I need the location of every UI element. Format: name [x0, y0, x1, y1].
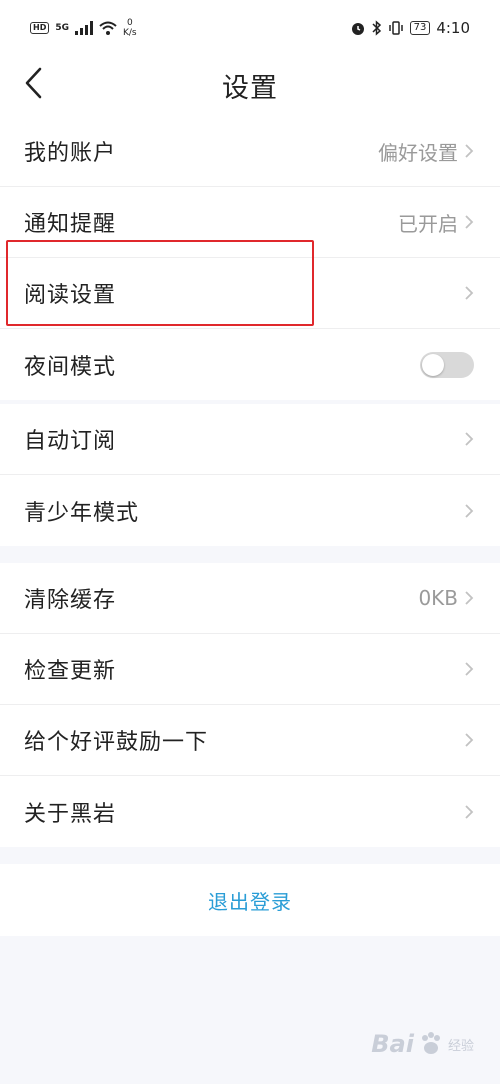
row-label: 夜间模式 [24, 354, 117, 380]
row-reading-settings[interactable]: 阅读设置 [0, 258, 500, 329]
speed-unit: K/s [123, 28, 137, 38]
toggle-knob [422, 353, 444, 376]
watermark-suffix: 经验 [447, 1038, 474, 1054]
chevron-right-icon [465, 804, 474, 819]
row-my-account[interactable]: 我的账户 偏好设置 [0, 116, 500, 187]
row-clear-cache[interactable]: 清除缓存 0KB [0, 563, 500, 634]
row-rate-app[interactable]: 给个好评鼓励一下 [0, 705, 500, 776]
watermark: Bai 经验 [371, 1030, 474, 1058]
row-check-update[interactable]: 检查更新 [0, 634, 500, 705]
alarm-icon [351, 23, 364, 35]
row-label: 给个好评鼓励一下 [24, 730, 209, 755]
settings-group-app: 清除缓存 0KB 检查更新 给个好评鼓励一下 关于黑岩 [0, 563, 500, 847]
row-night-mode[interactable]: 夜间模式 [0, 329, 500, 400]
logout-section: 退出登录 [0, 864, 500, 936]
signal-icon [75, 21, 93, 35]
vibrate-icon [388, 21, 403, 35]
page-title: 设置 [222, 73, 278, 104]
row-about[interactable]: 关于黑岩 [0, 776, 500, 847]
network-label: 5G [55, 23, 69, 33]
row-label: 阅读设置 [24, 283, 117, 308]
wifi-icon [99, 21, 117, 35]
chevron-right-icon [465, 215, 474, 229]
hd-badge: HD [30, 22, 50, 34]
chevron-right-icon [465, 144, 474, 158]
row-value: 偏好设置 [378, 140, 458, 165]
settings-group-subscription: 自动订阅 青少年模式 [0, 404, 500, 546]
settings-group-account: 我的账户 偏好设置 通知提醒 已开启 阅读设置 夜间模式 [0, 116, 500, 400]
watermark-text: Bai [371, 1030, 414, 1058]
row-teen-mode[interactable]: 青少年模式 [0, 475, 500, 546]
row-label: 青少年模式 [24, 500, 140, 526]
night-mode-toggle[interactable] [420, 351, 474, 378]
row-label: 清除缓存 [24, 588, 117, 613]
row-value: 已开启 [398, 211, 458, 236]
bluetooth-icon [372, 20, 381, 36]
chevron-right-icon [465, 503, 474, 518]
row-notifications[interactable]: 通知提醒 已开启 [0, 187, 500, 258]
paw-icon [421, 1032, 440, 1054]
row-label: 关于黑岩 [24, 801, 117, 827]
battery-indicator: 73 [409, 21, 431, 35]
clock: 4:10 [436, 19, 470, 37]
status-left: HD 5G 0 K/s [30, 18, 137, 38]
status-right: 73 4:10 [350, 19, 470, 37]
chevron-right-icon [465, 432, 474, 446]
chevron-right-icon [465, 662, 474, 676]
status-bar: HD 5G 0 K/s 73 4:10 [0, 0, 500, 56]
chevron-right-icon [465, 286, 474, 300]
speed-value: 0 [126, 18, 133, 28]
row-label: 通知提醒 [24, 212, 117, 237]
row-value: 0KB [418, 586, 458, 610]
row-auto-subscribe[interactable]: 自动订阅 [0, 404, 500, 475]
chevron-right-icon [465, 733, 474, 747]
chevron-right-icon [465, 591, 474, 605]
row-label: 自动订阅 [24, 429, 117, 454]
row-label: 我的账户 [24, 141, 117, 166]
logout-button[interactable]: 退出登录 [208, 886, 292, 915]
network-speed: 0 K/s [123, 18, 137, 38]
header: 设置 [0, 56, 500, 116]
row-label: 检查更新 [24, 659, 117, 684]
